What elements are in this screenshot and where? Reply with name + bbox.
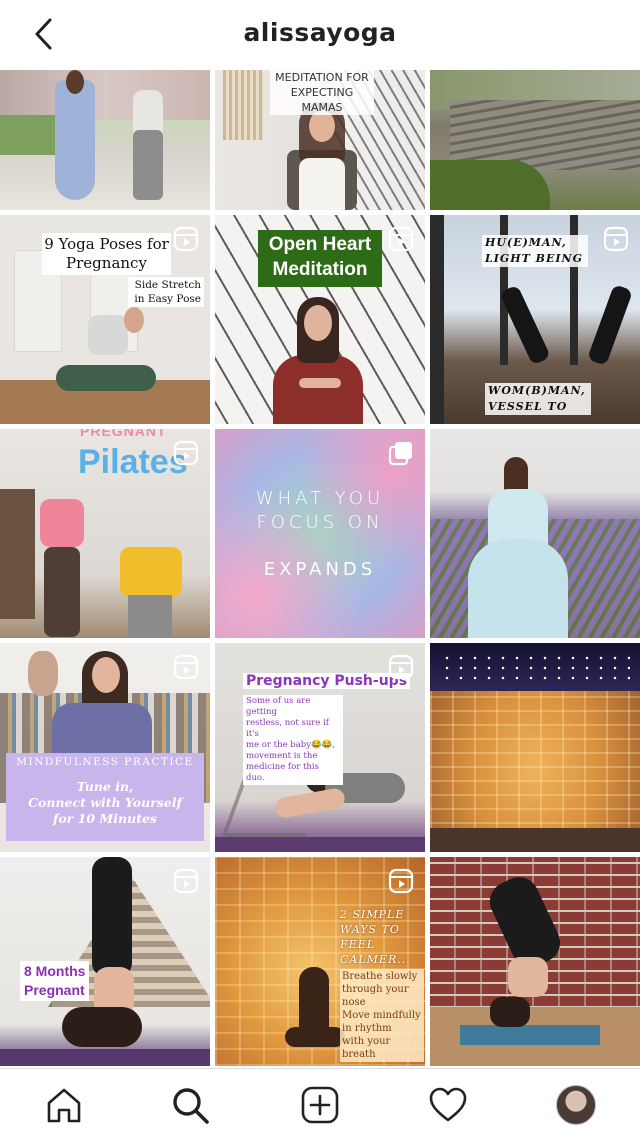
- bottom-nav: [0, 1068, 640, 1139]
- heart-icon: [429, 1087, 467, 1122]
- post-title: Tune in, Connect with Yourself for 10 Mi…: [28, 779, 182, 826]
- post-tile-9[interactable]: [430, 429, 640, 638]
- carousel-icon: [388, 442, 412, 466]
- reels-icon: [173, 226, 199, 252]
- add-post-icon: [301, 1086, 339, 1124]
- reels-icon: [173, 654, 199, 680]
- post-title: Open Heart Meditation: [258, 230, 382, 287]
- reels-icon: [603, 226, 629, 252]
- post-tile-7[interactable]: PREGNANT Pilates: [0, 429, 210, 638]
- post-tile-3[interactable]: [430, 70, 640, 210]
- post-title: 8 Months Pregnant: [20, 961, 90, 1001]
- reels-icon: [388, 868, 414, 894]
- nav-search[interactable]: [168, 1083, 212, 1127]
- post-tile-6[interactable]: HU(E)MAN, LIGHT BEING WOM(B)MAN, VESSEL …: [430, 215, 640, 424]
- post-tile-10[interactable]: MINDFULNESS PRACTICE Tune in, Connect wi…: [0, 643, 210, 852]
- post-tile-14[interactable]: 2 SIMPLE WAYS TO FEEL CALMER... Breathe …: [215, 857, 425, 1066]
- post-tile-4[interactable]: 9 Yoga Poses for Pregnancy Side Stretch …: [0, 215, 210, 424]
- post-quote-line2: EXPANDS: [263, 559, 377, 580]
- reels-icon: [173, 868, 199, 894]
- post-tile-5[interactable]: Open Heart Meditation: [215, 215, 425, 424]
- top-bar: alissayoga: [0, 0, 640, 68]
- post-tile-2[interactable]: MEDITATION FOR EXPECTING MAMAS: [215, 70, 425, 210]
- nav-home[interactable]: [42, 1083, 86, 1127]
- nav-profile[interactable]: [554, 1083, 598, 1127]
- post-caption-top: HU(E)MAN, LIGHT BEING: [482, 235, 588, 267]
- post-tile-11[interactable]: Pregnancy Push-ups Some of us are gettin…: [215, 643, 425, 852]
- post-subtitle: Side Stretch in Easy Pose: [128, 277, 204, 307]
- reels-icon: [388, 654, 414, 680]
- post-quote-line1: WHAT YOU FOCUS ON: [255, 488, 385, 533]
- post-tile-8[interactable]: WHAT YOU FOCUS ON EXPANDS: [215, 429, 425, 638]
- profile-username: alissayoga: [243, 18, 397, 47]
- home-icon: [47, 1088, 81, 1123]
- post-title: 2 SIMPLE WAYS TO FEEL CALMER...: [340, 908, 411, 966]
- reels-icon: [173, 440, 199, 466]
- post-tile-13[interactable]: 8 Months Pregnant: [0, 857, 210, 1066]
- post-tile-12[interactable]: [430, 643, 640, 852]
- post-caption-bottom: WOM(B)MAN, VESSEL TO: [485, 383, 591, 415]
- post-tile-15[interactable]: [430, 857, 640, 1066]
- post-body: Some of us are getting restless, not sur…: [243, 695, 343, 785]
- nav-activity[interactable]: [426, 1083, 470, 1127]
- post-overlay-top: PREGNANT: [80, 429, 167, 439]
- search-icon: [173, 1088, 209, 1124]
- post-caption: MEDITATION FOR EXPECTING MAMAS: [270, 70, 374, 115]
- reels-icon: [388, 226, 414, 252]
- nav-add-post[interactable]: [298, 1083, 342, 1127]
- post-tile-1[interactable]: [0, 70, 210, 210]
- profile-avatar: [556, 1085, 596, 1125]
- post-kicker: MINDFULNESS PRACTICE: [16, 756, 194, 768]
- post-title: 9 Yoga Poses for Pregnancy: [42, 233, 171, 275]
- post-title: Pregnancy Push-ups: [243, 673, 411, 689]
- post-body: Breathe slowly through your nose Move mi…: [340, 969, 424, 1062]
- woman-figure: [55, 80, 95, 200]
